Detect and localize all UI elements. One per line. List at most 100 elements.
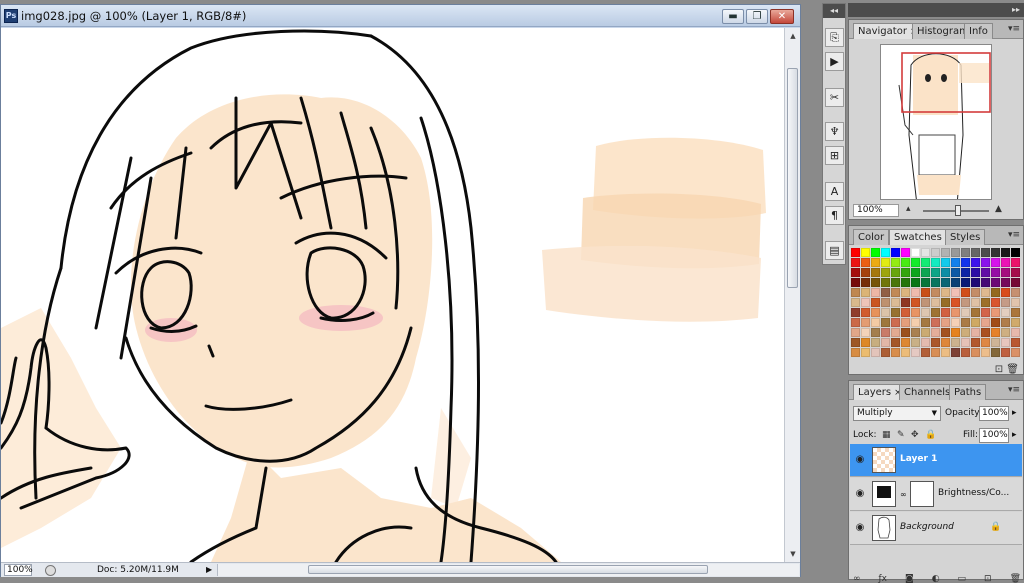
horizontal-scroll-thumb[interactable] — [308, 565, 708, 574]
delete-layer-icon[interactable]: 🗑 — [1010, 574, 1021, 583]
delete-swatch-icon[interactable]: 🗑 — [1006, 364, 1019, 375]
swatch[interactable] — [1011, 338, 1020, 347]
swatch[interactable] — [961, 268, 970, 277]
swatch[interactable] — [851, 348, 860, 357]
image-canvas[interactable] — [1, 28, 784, 562]
swatch[interactable] — [901, 248, 910, 257]
swatch[interactable] — [871, 268, 880, 277]
swatch[interactable] — [951, 318, 960, 327]
swatch[interactable] — [1011, 318, 1020, 327]
zoom-out-icon[interactable]: ▴ — [906, 204, 911, 214]
swatch[interactable] — [901, 318, 910, 327]
swatch[interactable] — [941, 298, 950, 307]
swatch[interactable] — [1011, 308, 1020, 317]
swatch[interactable] — [931, 248, 940, 257]
swatch[interactable] — [871, 328, 880, 337]
swatch[interactable] — [1011, 288, 1020, 297]
swatch[interactable] — [961, 338, 970, 347]
actions-icon[interactable]: ▶ — [825, 52, 844, 71]
swatch[interactable] — [891, 248, 900, 257]
swatch[interactable] — [901, 308, 910, 317]
swatch[interactable] — [941, 308, 950, 317]
swatch[interactable] — [961, 328, 970, 337]
horizontal-scrollbar[interactable] — [217, 564, 799, 576]
swatch[interactable] — [911, 248, 920, 257]
swatch[interactable] — [901, 288, 910, 297]
swatch[interactable] — [981, 288, 990, 297]
tool-presets-icon[interactable]: ⊞ — [825, 146, 844, 165]
swatch[interactable] — [971, 318, 980, 327]
tab-paths[interactable]: Paths — [949, 384, 987, 400]
swatch[interactable] — [981, 308, 990, 317]
swatch[interactable] — [931, 328, 940, 337]
navigator-zoom-knob[interactable] — [955, 205, 961, 216]
fill-arrow-icon[interactable]: ▸ — [1012, 430, 1017, 440]
swatch[interactable] — [851, 288, 860, 297]
tab-color[interactable]: Color — [853, 229, 890, 245]
swatch[interactable] — [921, 348, 930, 357]
swatch[interactable] — [891, 298, 900, 307]
swatch[interactable] — [911, 308, 920, 317]
swatch[interactable] — [981, 328, 990, 337]
swatch[interactable] — [951, 308, 960, 317]
swatch[interactable] — [1011, 328, 1020, 337]
swatch[interactable] — [911, 318, 920, 327]
swatch[interactable] — [881, 348, 890, 357]
swatch[interactable] — [861, 288, 870, 297]
swatch[interactable] — [981, 268, 990, 277]
layer-comps-icon[interactable]: ▤ — [825, 241, 844, 260]
swatch[interactable] — [991, 328, 1000, 337]
swatch[interactable] — [1011, 248, 1020, 257]
swatch[interactable] — [1001, 268, 1010, 277]
swatch[interactable] — [921, 308, 930, 317]
swatch[interactable] — [991, 278, 1000, 287]
swatch[interactable] — [901, 258, 910, 267]
swatch[interactable] — [941, 338, 950, 347]
swatch[interactable] — [941, 258, 950, 267]
swatch[interactable] — [971, 308, 980, 317]
vertical-scroll-thumb[interactable] — [787, 68, 798, 288]
swatch[interactable] — [881, 328, 890, 337]
swatch[interactable] — [861, 348, 870, 357]
navigator-preview[interactable] — [880, 44, 992, 200]
swatch[interactable] — [951, 328, 960, 337]
swatch[interactable] — [881, 338, 890, 347]
swatch[interactable] — [881, 248, 890, 257]
swatch[interactable] — [941, 268, 950, 277]
scroll-up-icon[interactable]: ▲ — [785, 28, 801, 44]
swatch[interactable] — [971, 348, 980, 357]
swatch[interactable] — [851, 258, 860, 267]
strip-collapse-icon[interactable]: ◂◂ — [823, 4, 845, 18]
swatch[interactable] — [951, 298, 960, 307]
swatch[interactable] — [991, 348, 1000, 357]
swatch[interactable] — [881, 288, 890, 297]
swatch[interactable] — [1001, 348, 1010, 357]
status-navigator-icon[interactable] — [45, 565, 56, 576]
swatch[interactable] — [991, 338, 1000, 347]
layer-row-background[interactable]: ◉ Background 🔒 — [850, 512, 1022, 545]
minimize-button[interactable]: ▬ — [722, 9, 744, 24]
tab-styles[interactable]: Styles — [945, 229, 986, 245]
swatch[interactable] — [861, 328, 870, 337]
swatch[interactable] — [1001, 318, 1010, 327]
swatch[interactable] — [881, 298, 890, 307]
swatch[interactable] — [881, 268, 890, 277]
dock-header[interactable]: ▸▸ — [848, 3, 1024, 17]
swatch[interactable] — [1001, 308, 1010, 317]
clone-source-icon[interactable]: ♆ — [825, 122, 844, 141]
layer-mask-thumbnail[interactable] — [910, 481, 934, 507]
link-layers-icon[interactable]: ∞ — [853, 574, 861, 583]
chain-link-icon[interactable]: ∞ — [900, 490, 907, 499]
swatch[interactable] — [861, 278, 870, 287]
swatch[interactable] — [871, 308, 880, 317]
swatch[interactable] — [881, 308, 890, 317]
swatch[interactable] — [931, 278, 940, 287]
swatch[interactable] — [931, 298, 940, 307]
swatch[interactable] — [861, 258, 870, 267]
swatch[interactable] — [851, 328, 860, 337]
swatch[interactable] — [921, 288, 930, 297]
swatch[interactable] — [931, 348, 940, 357]
swatch[interactable] — [1001, 298, 1010, 307]
swatch[interactable] — [921, 268, 930, 277]
swatch[interactable] — [911, 278, 920, 287]
